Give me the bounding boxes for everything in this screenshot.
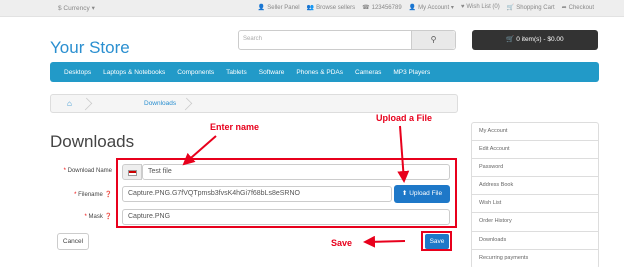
arrow-to-name (182, 135, 217, 166)
arrow-to-upload (397, 125, 410, 183)
sidebar-item-password[interactable]: Password (472, 159, 598, 178)
sidebar-item-order-history[interactable]: Order History (472, 213, 598, 232)
arrow-to-save (363, 235, 406, 248)
sidebar-item-recurring-payments[interactable]: Recurring payments (472, 250, 598, 267)
sidebar-item-my-account[interactable]: My Account (472, 123, 598, 142)
sidebar-item-wish-list[interactable]: Wish List (472, 195, 598, 214)
sidebar-item-edit-account[interactable]: Edit Account (472, 141, 598, 160)
sidebar-item-downloads[interactable]: Downloads (472, 232, 598, 250)
sidebar-item-address-book[interactable]: Address Book (472, 177, 598, 196)
account-sidebar: My Account Edit Account Password Address… (471, 122, 599, 267)
